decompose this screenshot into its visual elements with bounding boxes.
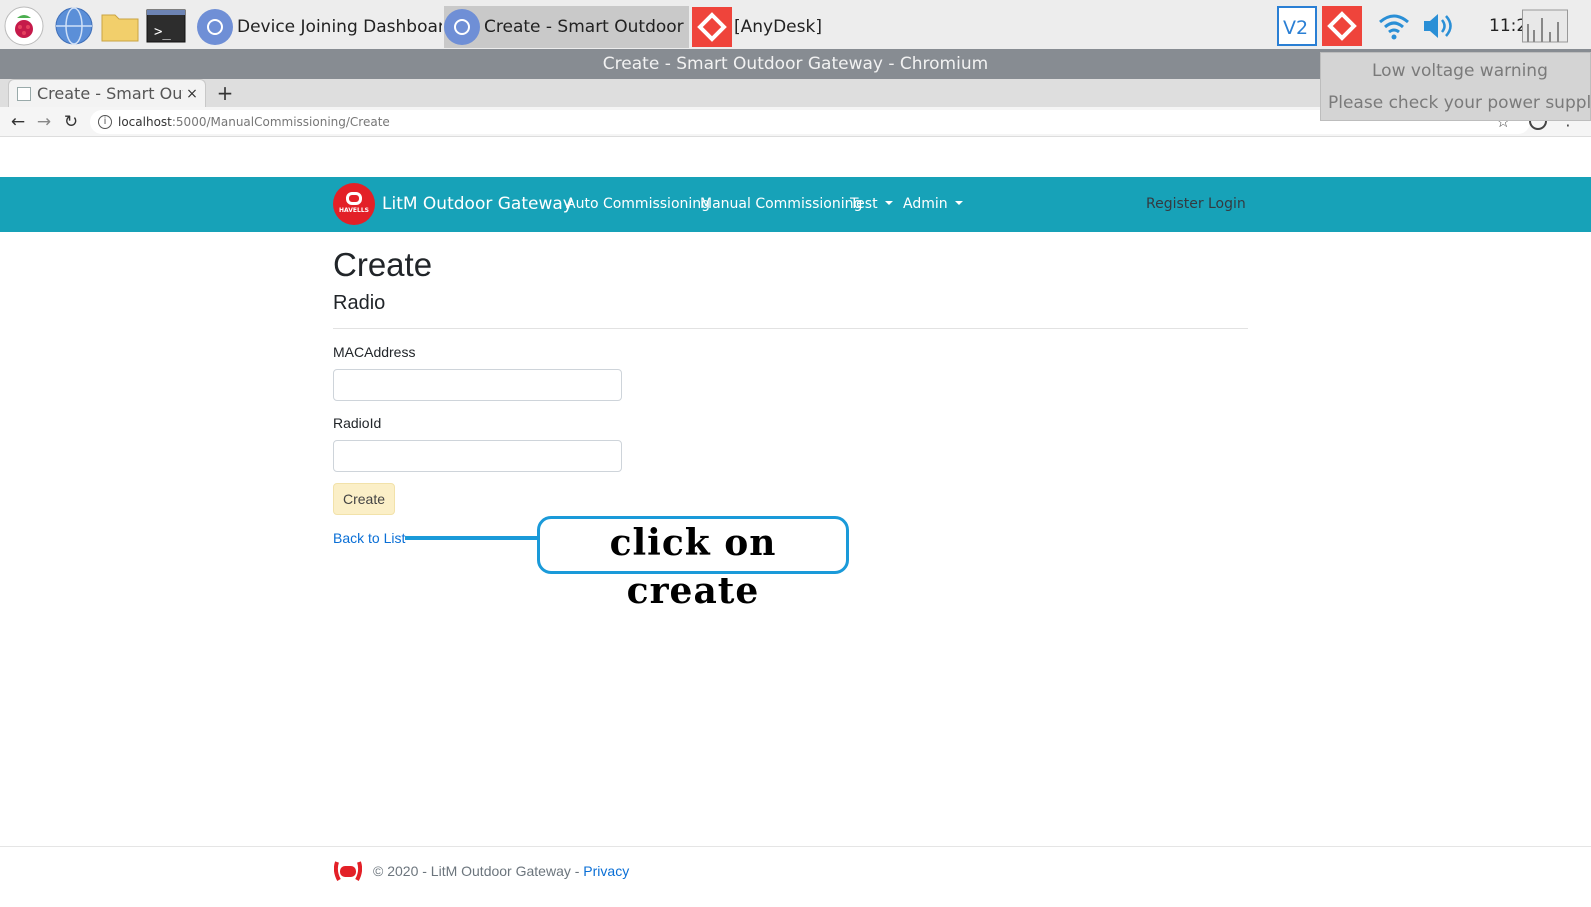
- anydesk-tray-icon[interactable]: [1322, 6, 1362, 46]
- privacy-link[interactable]: Privacy: [583, 863, 629, 879]
- nav-test-dropdown[interactable]: Test: [850, 196, 893, 212]
- task-label: Device Joining Dashboar...: [237, 17, 442, 37]
- page-favicon-icon: [17, 86, 31, 101]
- macaddress-label: MACAddress: [333, 344, 416, 360]
- tab-close-icon[interactable]: ×: [183, 86, 201, 102]
- nav-test-label: Test: [850, 196, 878, 212]
- nav-register[interactable]: Register: [1146, 196, 1204, 212]
- url-host: localhost: [118, 115, 172, 129]
- navbar-brand[interactable]: LitM Outdoor Gateway: [382, 194, 573, 214]
- page-subtitle: Radio: [333, 292, 386, 314]
- havells-footer-logo-icon: [334, 861, 362, 881]
- footer-copyright: © 2020 - LitM Outdoor Gateway -: [373, 863, 584, 879]
- tab-label: Create - Smart Out: [37, 84, 183, 103]
- task-label: [AnyDesk]: [734, 17, 822, 37]
- radioid-label: RadioId: [333, 415, 382, 431]
- divider: [333, 328, 1248, 329]
- vnc-icon[interactable]: V2: [1277, 6, 1317, 46]
- create-button[interactable]: Create: [333, 483, 395, 515]
- url-path: :5000/ManualCommissioning/Create: [171, 115, 390, 129]
- annotation-callout: click on create: [537, 516, 849, 612]
- footer: © 2020 - LitM Outdoor Gateway - Privacy: [373, 863, 629, 879]
- nav-auto-commissioning[interactable]: Auto Commissioning: [566, 196, 710, 212]
- site-info-icon[interactable]: i: [98, 115, 112, 129]
- volume-icon[interactable]: [1418, 6, 1458, 46]
- reload-icon[interactable]: ↻: [60, 111, 82, 133]
- file-manager-icon[interactable]: [100, 6, 140, 46]
- anydesk-icon: [692, 7, 732, 47]
- site-navbar: HAVELLS LitM Outdoor Gateway Auto Commis…: [0, 177, 1591, 232]
- svg-text:V2: V2: [1283, 17, 1308, 39]
- havells-logo[interactable]: HAVELLS: [333, 183, 375, 225]
- radioid-input[interactable]: [333, 440, 622, 472]
- notification-body: Please check your power supply: [1328, 93, 1591, 113]
- caret-down-icon: [954, 201, 963, 205]
- cpu-monitor-icon[interactable]: [1522, 6, 1568, 46]
- terminal-icon[interactable]: >_: [146, 6, 186, 46]
- raspberry-menu-icon[interactable]: [4, 6, 44, 46]
- caret-down-icon: [884, 201, 893, 205]
- forward-arrow-icon[interactable]: →: [33, 111, 55, 133]
- page-title: Create: [333, 246, 433, 283]
- browser-tab[interactable]: Create - Smart Out ×: [8, 79, 206, 107]
- havells-mark-icon: [346, 192, 362, 205]
- address-bar[interactable]: i localhost:5000/ManualCommissioning/Cre…: [90, 110, 1530, 134]
- os-taskbar: >_ Device Joining Dashboar... Create - S…: [0, 0, 1591, 52]
- logo-text: HAVELLS: [339, 207, 369, 214]
- chromium-icon: [444, 9, 480, 45]
- taskbar-task-create[interactable]: Create - Smart Outdoor G...: [444, 6, 689, 48]
- nav-login[interactable]: Login: [1208, 196, 1246, 212]
- annotation-text: click on create: [609, 522, 777, 612]
- nav-manual-commissioning[interactable]: Manual Commissioning: [700, 196, 862, 212]
- footer-divider: [0, 846, 1591, 847]
- macaddress-input[interactable]: [333, 369, 622, 401]
- back-to-list-link[interactable]: Back to List: [333, 530, 405, 546]
- new-tab-button[interactable]: +: [214, 81, 236, 105]
- chromium-icon: [197, 9, 233, 45]
- notification-title: Low voltage warning: [1372, 61, 1548, 81]
- nav-admin-dropdown[interactable]: Admin: [903, 196, 963, 212]
- svg-text:>_: >_: [154, 24, 171, 40]
- task-label: Create - Smart Outdoor G...: [484, 17, 689, 37]
- wifi-icon[interactable]: [1374, 6, 1414, 46]
- nav-admin-label: Admin: [903, 196, 948, 212]
- back-arrow-icon[interactable]: ←: [7, 111, 29, 133]
- taskbar-task-device-joining[interactable]: Device Joining Dashboar...: [197, 6, 442, 48]
- web-browser-icon[interactable]: [54, 6, 94, 46]
- low-voltage-notification[interactable]: Low voltage warning Please check your po…: [1320, 52, 1591, 121]
- taskbar-task-anydesk[interactable]: [AnyDesk]: [692, 6, 937, 48]
- annotation-connector: [405, 536, 538, 540]
